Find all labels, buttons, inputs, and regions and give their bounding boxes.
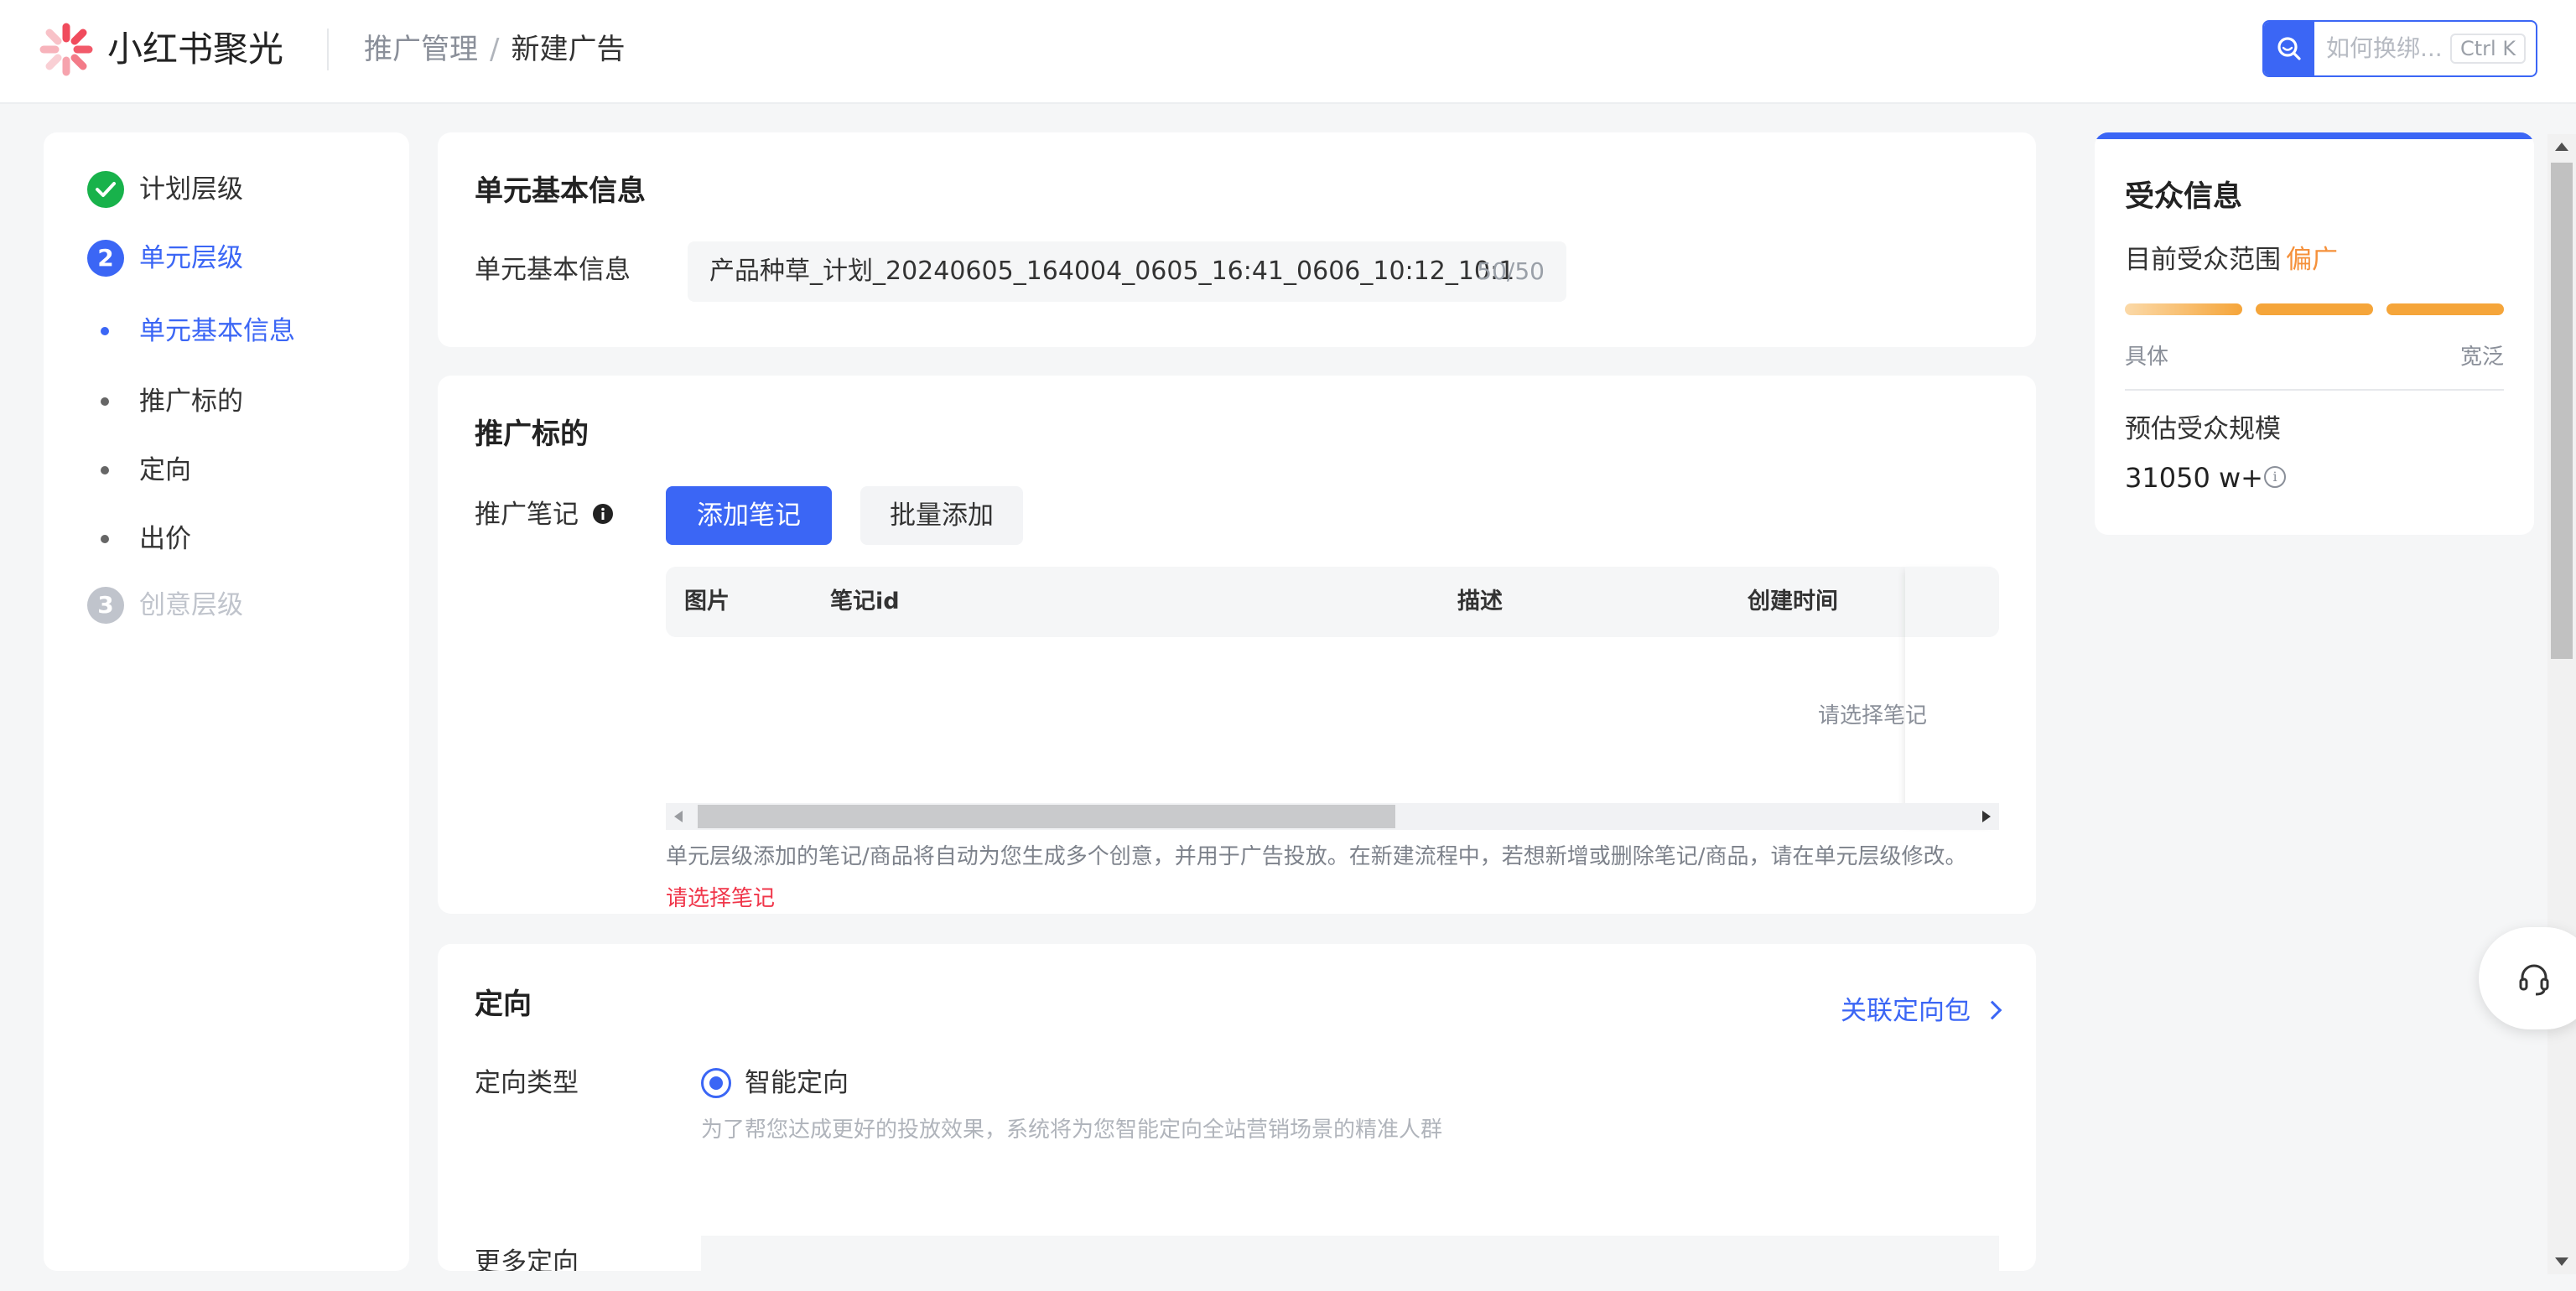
- scope-value: 偏广: [2286, 245, 2338, 275]
- nav-sub-promo-target[interactable]: 推广标的: [139, 381, 243, 423]
- char-count: 50/50: [1477, 257, 1545, 285]
- breadcrumb-current: 新建广告: [511, 33, 626, 66]
- scope-bar-segment: [2125, 303, 2242, 315]
- check-icon: [96, 182, 116, 197]
- radio-description: 为了帮您达成更好的投放效果，系统将为您智能定向全站营销场景的精准人群: [701, 1117, 1443, 1143]
- table-horizontal-scrollbar[interactable]: [666, 803, 1999, 830]
- scroll-right-icon[interactable]: [1982, 811, 1991, 822]
- scroll-thumb[interactable]: [698, 805, 1395, 828]
- card-targeting: 定向 关联定向包 定向类型 智能定向 为了帮您达成更好的投放效果，系统将为您智能…: [438, 944, 2036, 1271]
- nav-dot: [101, 327, 109, 335]
- column-header: 笔记id: [830, 588, 900, 614]
- section-title: 单元基本信息: [475, 174, 646, 208]
- radio-label[interactable]: 智能定向: [745, 1063, 849, 1103]
- field-label: 定向类型: [475, 1068, 579, 1098]
- batch-add-button[interactable]: 批量添加: [860, 486, 1023, 545]
- more-targeting-panel: [701, 1236, 1999, 1271]
- scope-bar-segment: [2256, 303, 2373, 315]
- notes-table-header: 图片 笔记id 描述 创建时间: [666, 567, 1999, 637]
- scope-bar-segment: [2386, 303, 2504, 315]
- divider: [2125, 389, 2504, 391]
- scale-label-right: 宽泛: [2459, 345, 2504, 370]
- headset-icon: [2519, 964, 2549, 996]
- error-text: 请选择笔记: [666, 886, 776, 911]
- breadcrumb-parent[interactable]: 推广管理: [364, 33, 478, 66]
- audience-panel: 受众信息 目前受众范围 偏广 具体 宽泛 预估受众规模 31050 w+ i: [2095, 132, 2534, 535]
- breadcrumb: 推广管理 / 新建广告: [364, 29, 625, 70]
- info-icon[interactable]: i: [2264, 466, 2286, 488]
- field-label: 推广笔记: [475, 495, 614, 535]
- breadcrumb-separator: /: [490, 33, 500, 66]
- nav-sub-basic-info[interactable]: 单元基本信息: [139, 310, 295, 352]
- column-header: 创建时间: [1748, 588, 1838, 614]
- header-divider: [327, 29, 329, 70]
- nav-dot: [101, 466, 109, 474]
- radio-smart-targeting[interactable]: [701, 1068, 731, 1098]
- unit-name-value[interactable]: 产品种草_计划_20240605_164004_0605_16:41_0606_…: [709, 253, 1514, 290]
- search-box[interactable]: 如何换绑... Ctrl K: [2262, 20, 2537, 77]
- step-number-badge: 2: [87, 240, 124, 277]
- nav-step-unit[interactable]: 单元层级: [139, 237, 243, 279]
- section-title: 定向: [475, 988, 532, 1021]
- search-icon: [2277, 37, 2301, 60]
- link-text[interactable]: 关联定向包: [1841, 996, 1971, 1026]
- empty-state: 请选择笔记: [1818, 703, 1928, 728]
- column-header: 描述: [1457, 588, 1503, 614]
- nav-dot: [101, 397, 109, 406]
- field-label: 更多定向: [475, 1247, 579, 1271]
- chevron-right-icon: [1982, 1000, 2002, 1020]
- scroll-up-icon[interactable]: [2555, 143, 2568, 151]
- help-text: 单元层级添加的笔记/商品将自动为您生成多个创意，并用于广告投放。在新建流程中，若…: [666, 844, 1967, 869]
- step-number-badge: 3: [87, 587, 124, 624]
- panel-accent-bar: [2095, 132, 2534, 139]
- scope-label: 目前受众范围: [2125, 245, 2281, 275]
- customer-service-button[interactable]: [2479, 927, 2576, 1029]
- page-scrollbar[interactable]: [2547, 134, 2576, 1274]
- link-targeting-package[interactable]: 关联定向包: [1841, 991, 2002, 1031]
- search-button[interactable]: [2264, 22, 2314, 75]
- nav-step-creative[interactable]: 创意层级: [139, 584, 243, 626]
- field-label: 单元基本信息: [475, 255, 631, 285]
- step-nav: 计划层级 2 单元层级 单元基本信息 推广标的 定向 出价 3 创意层级: [44, 132, 409, 1271]
- estimate-value: 31050 w+: [2125, 462, 2263, 494]
- estimate-label: 预估受众规模: [2125, 414, 2281, 444]
- column-header: 图片: [684, 588, 730, 614]
- panel-title: 受众信息: [2125, 180, 2243, 214]
- nav-step-plan[interactable]: 计划层级: [139, 169, 243, 210]
- step-done-badge: [87, 171, 124, 208]
- field-label-text: 推广笔记: [475, 500, 579, 530]
- nav-dot: [101, 535, 109, 543]
- shortcut-hint: Ctrl K: [2450, 34, 2527, 64]
- add-note-button[interactable]: 添加笔记: [666, 486, 832, 545]
- card-promo-target: 推广标的 推广笔记 添加笔记 批量添加 图片 笔记id 描述 创建时间 请选择笔…: [438, 376, 2036, 914]
- info-icon[interactable]: [592, 503, 614, 525]
- logo-icon: [39, 23, 93, 76]
- scroll-left-icon[interactable]: [674, 811, 683, 822]
- scale-label-left: 具体: [2125, 345, 2169, 370]
- scroll-thumb[interactable]: [2551, 163, 2573, 659]
- top-header: 小红书聚光 推广管理 / 新建广告 如何换绑... Ctrl K: [0, 0, 2576, 104]
- scroll-down-icon[interactable]: [2555, 1257, 2568, 1266]
- section-title: 推广标的: [475, 417, 589, 451]
- app-name: 小红书聚光: [107, 29, 284, 70]
- nav-sub-bid[interactable]: 出价: [139, 518, 191, 560]
- nav-sub-targeting[interactable]: 定向: [139, 449, 191, 491]
- audience-scope: 目前受众范围 偏广: [2125, 240, 2338, 280]
- unit-name-input[interactable]: 产品种草_计划_20240605_164004_0605_16:41_0606_…: [688, 241, 1566, 302]
- search-input[interactable]: 如何换绑...: [2326, 34, 2443, 64]
- fixed-column: [1905, 567, 1999, 830]
- card-basic-info: 单元基本信息 单元基本信息 产品种草_计划_20240605_164004_06…: [438, 132, 2036, 347]
